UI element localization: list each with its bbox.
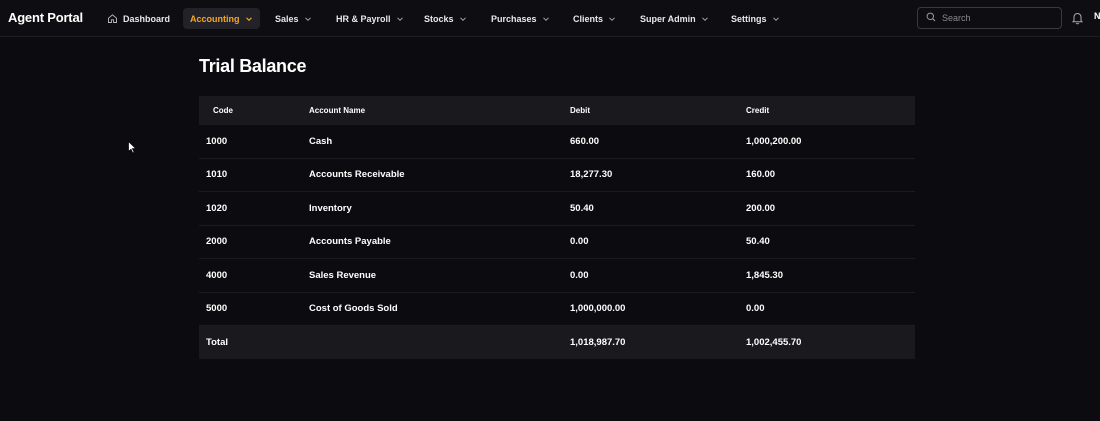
- table-row: 4000 Sales Revenue 0.00 1,845.30: [199, 259, 915, 293]
- nav-item-label: Super Admin: [640, 13, 696, 24]
- table-row: 1020 Inventory 50.40 200.00: [199, 192, 915, 226]
- nav-item-purchases[interactable]: Purchases: [484, 8, 557, 29]
- chevron-down-icon: [701, 15, 709, 23]
- nav-item-accounting[interactable]: Accounting: [183, 8, 260, 29]
- nav-item-clients[interactable]: Clients: [566, 8, 623, 29]
- cell-debit: 0.00: [570, 236, 589, 248]
- nav-item-dashboard[interactable]: Dashboard: [100, 8, 177, 29]
- cell-code: 2000: [206, 236, 228, 248]
- cell-debit: 0.00: [570, 269, 589, 281]
- bell-icon[interactable]: [1071, 11, 1084, 25]
- cell-code: 5000: [206, 303, 228, 315]
- cell-code: 1000: [206, 135, 228, 147]
- cell-account: Accounts Receivable: [309, 169, 405, 181]
- avatar[interactable]: N: [1094, 11, 1100, 21]
- mouse-cursor-icon: [128, 140, 137, 154]
- chevron-down-icon: [396, 15, 404, 23]
- nav-item-label: Purchases: [491, 13, 537, 24]
- table-total-row: Total 1,018,987.70 1,002,455.70: [199, 326, 915, 359]
- search-box: [917, 7, 1062, 29]
- nav-item-label: Dashboard: [123, 13, 171, 24]
- cell-credit: 160.00: [746, 169, 776, 181]
- total-debit: 1,018,987.70: [570, 337, 626, 348]
- nav-item-hr-payroll[interactable]: HR & Payroll: [329, 8, 411, 29]
- cell-credit: 50.40: [746, 236, 770, 248]
- nav-item-label: HR & Payroll: [336, 13, 391, 24]
- trial-balance-table: Code Account Name Debit Credit 1000 Cash…: [199, 96, 915, 359]
- cell-credit: 1,000,200.00: [746, 135, 802, 147]
- nav-item-label: Clients: [573, 13, 604, 24]
- nav-item-super-admin[interactable]: Super Admin: [633, 8, 716, 29]
- chevron-down-icon: [304, 15, 312, 23]
- page-title: Trial Balance: [199, 56, 307, 76]
- total-label: Total: [206, 337, 228, 348]
- chevron-down-icon: [542, 15, 550, 23]
- search-input[interactable]: [942, 13, 1052, 23]
- cell-debit: 660.00: [570, 135, 600, 147]
- nav-item-settings[interactable]: Settings: [724, 8, 787, 29]
- cell-credit: 200.00: [746, 202, 776, 214]
- top-navbar: Agent Portal Dashboard Accounting Sales …: [0, 0, 1100, 37]
- table-row: 1000 Cash 660.00 1,000,200.00: [199, 125, 915, 159]
- column-header-debit: Debit: [570, 106, 590, 115]
- cell-account: Cost of Goods Sold: [309, 303, 398, 315]
- nav-item-label: Settings: [731, 13, 767, 24]
- cell-code: 1010: [206, 169, 228, 181]
- chevron-down-icon: [608, 15, 616, 23]
- table-row: 1010 Accounts Receivable 18,277.30 160.0…: [199, 159, 915, 192]
- column-header-credit: Credit: [746, 106, 770, 115]
- home-icon: [107, 13, 118, 24]
- cell-debit: 50.40: [570, 202, 594, 214]
- nav-item-label: Accounting: [190, 13, 240, 24]
- nav-item-label: Sales: [275, 13, 299, 24]
- cell-account: Accounts Payable: [309, 236, 391, 248]
- table-row: 2000 Accounts Payable 0.00 50.40: [199, 226, 915, 259]
- cell-account: Sales Revenue: [309, 269, 377, 281]
- chevron-down-icon: [245, 15, 253, 23]
- cell-code: 1020: [206, 202, 228, 214]
- cell-code: 4000: [206, 269, 228, 281]
- table-header: Code Account Name Debit Credit: [199, 96, 915, 125]
- nav-item-stocks[interactable]: Stocks: [417, 8, 474, 29]
- cell-credit: 1,845.30: [746, 269, 783, 281]
- cell-debit: 18,277.30: [570, 169, 613, 181]
- chevron-down-icon: [772, 15, 780, 23]
- chevron-down-icon: [459, 15, 467, 23]
- column-header-account: Account Name: [309, 106, 366, 115]
- cell-debit: 1,000,000.00: [570, 303, 626, 315]
- cell-account: Inventory: [309, 202, 352, 214]
- brand-logo[interactable]: Agent Portal: [8, 10, 83, 25]
- nav-item-sales[interactable]: Sales: [268, 8, 319, 29]
- column-header-code: Code: [213, 106, 233, 115]
- total-credit: 1,002,455.70: [746, 337, 802, 348]
- cell-credit: 0.00: [746, 303, 765, 315]
- search-icon: [926, 9, 936, 27]
- cell-account: Cash: [309, 135, 333, 147]
- table-row: 5000 Cost of Goods Sold 1,000,000.00 0.0…: [199, 293, 915, 326]
- nav-item-label: Stocks: [424, 13, 454, 24]
